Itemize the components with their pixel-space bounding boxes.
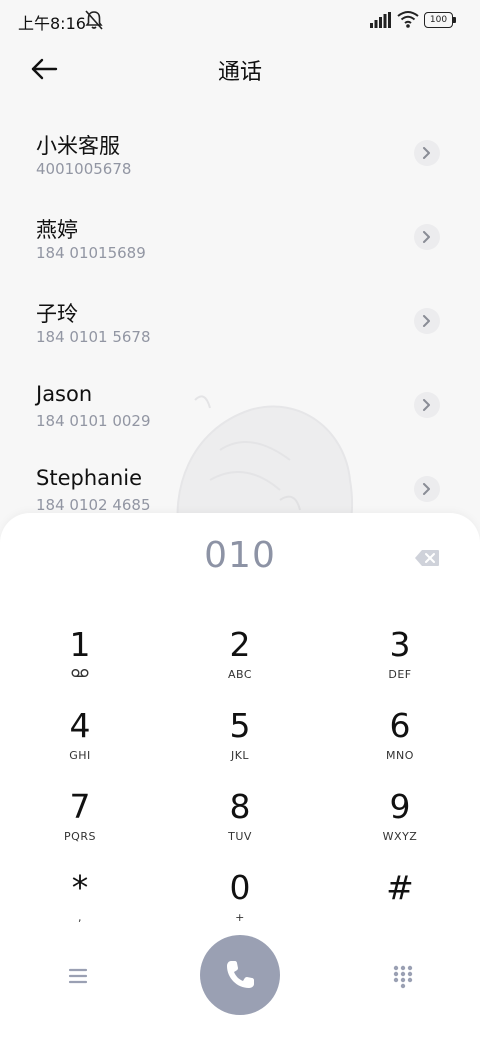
battery-level: 100 <box>429 15 448 25</box>
contact-list: 小米客服 4001005678 燕婷 184 01015689 子玲 184 0… <box>0 112 480 532</box>
key-digit: 1 <box>69 625 91 664</box>
dialed-number-display[interactable]: 010 <box>0 535 480 576</box>
contact-number: 184 0101 0029 <box>36 412 151 430</box>
key-1[interactable]: 1 <box>20 618 140 692</box>
list-item[interactable]: 小米客服 4001005678 <box>0 112 480 196</box>
key-7[interactable]: 7 PQRS <box>20 780 140 854</box>
contact-name: 小米客服 <box>36 134 120 158</box>
backspace-icon <box>415 550 439 566</box>
phone-icon <box>227 961 254 988</box>
key-letters: , <box>78 911 82 924</box>
dialer-panel: 010 1 2 ABC 3 DEF 4 GHI 5 JKL 6 MNO 7 PQ… <box>0 513 480 1040</box>
key-0[interactable]: 0 + <box>180 861 300 935</box>
key-digit: 8 <box>229 787 251 826</box>
list-item[interactable]: Jason 184 0101 0029 <box>0 364 480 448</box>
key-digit: 4 <box>69 706 91 745</box>
key-letters: JKL <box>230 749 250 762</box>
key-digit: 3 <box>389 625 411 664</box>
status-time: 上午8:16 <box>18 14 86 33</box>
dialer-bottom-bar <box>0 933 480 1023</box>
key-letters: TUV <box>228 830 252 843</box>
key-5[interactable]: 5 JKL <box>180 699 300 773</box>
voicemail-icon <box>71 669 89 678</box>
contact-detail-button[interactable] <box>414 476 440 502</box>
contact-detail-button[interactable] <box>414 308 440 334</box>
key-letters: DEF <box>388 668 412 681</box>
contact-detail-button[interactable] <box>414 140 440 166</box>
list-item[interactable]: 燕婷 184 01015689 <box>0 196 480 280</box>
key-digit: 5 <box>229 706 251 745</box>
menu-button[interactable] <box>64 963 92 989</box>
key-4[interactable]: 4 GHI <box>20 699 140 773</box>
contact-name: Stephanie <box>36 466 143 490</box>
contact-number: 4001005678 <box>36 160 132 178</box>
dialer-screen: 上午8:16 100 通话 小米客服 4001005678 燕婷 184 010… <box>0 0 480 1040</box>
key-6[interactable]: 6 MNO <box>340 699 460 773</box>
key-3[interactable]: 3 DEF <box>340 618 460 692</box>
key-digit: 9 <box>389 787 411 826</box>
chevron-right-icon <box>423 483 430 495</box>
header: 通话 <box>0 40 480 100</box>
bell-mute-icon <box>85 10 103 30</box>
key-letters: PQRS <box>64 830 96 843</box>
keypad: 1 2 ABC 3 DEF 4 GHI 5 JKL 6 MNO 7 PQRS 8… <box>0 618 480 938</box>
key-digit: 0 <box>229 868 251 907</box>
contact-number: 184 01015689 <box>36 244 146 262</box>
key-2[interactable]: 2 ABC <box>180 618 300 692</box>
key-digit: * <box>71 868 89 907</box>
battery-icon: 100 <box>424 12 456 28</box>
chevron-right-icon <box>423 399 430 411</box>
contact-detail-button[interactable] <box>414 224 440 250</box>
keypad-toggle-button[interactable] <box>390 963 416 989</box>
key-letters: ABC <box>227 668 253 681</box>
status-bar: 上午8:16 100 <box>0 0 480 40</box>
menu-icon <box>68 968 88 984</box>
key-letters: MNO <box>386 749 414 762</box>
key-digit: # <box>386 868 414 907</box>
key-letters: GHI <box>69 749 91 762</box>
call-button[interactable] <box>200 935 280 1015</box>
key-letters: + <box>235 911 245 924</box>
chevron-right-icon <box>423 147 430 159</box>
key-8[interactable]: 8 TUV <box>180 780 300 854</box>
contact-name: 子玲 <box>36 302 78 326</box>
backspace-button[interactable] <box>414 549 440 567</box>
page-title: 通话 <box>217 60 262 85</box>
key-letters: WXYZ <box>382 830 418 843</box>
key-digit: 6 <box>389 706 411 745</box>
key-digit: 2 <box>229 625 251 664</box>
contact-name: 燕婷 <box>36 218 78 242</box>
signal-icon <box>370 12 391 28</box>
list-item[interactable]: 子玲 184 0101 5678 <box>0 280 480 364</box>
contact-number: 184 0101 5678 <box>36 328 151 346</box>
dialpad-icon <box>393 965 413 989</box>
key-9[interactable]: 9 WXYZ <box>340 780 460 854</box>
contact-detail-button[interactable] <box>414 392 440 418</box>
wifi-icon <box>397 11 419 28</box>
chevron-right-icon <box>423 231 430 243</box>
contact-name: Jason <box>36 382 93 406</box>
key-hash[interactable]: # <box>340 861 460 935</box>
chevron-right-icon <box>423 315 430 327</box>
key-star[interactable]: * , <box>20 861 140 935</box>
contact-number: 184 0102 4685 <box>36 496 151 514</box>
key-digit: 7 <box>69 787 91 826</box>
